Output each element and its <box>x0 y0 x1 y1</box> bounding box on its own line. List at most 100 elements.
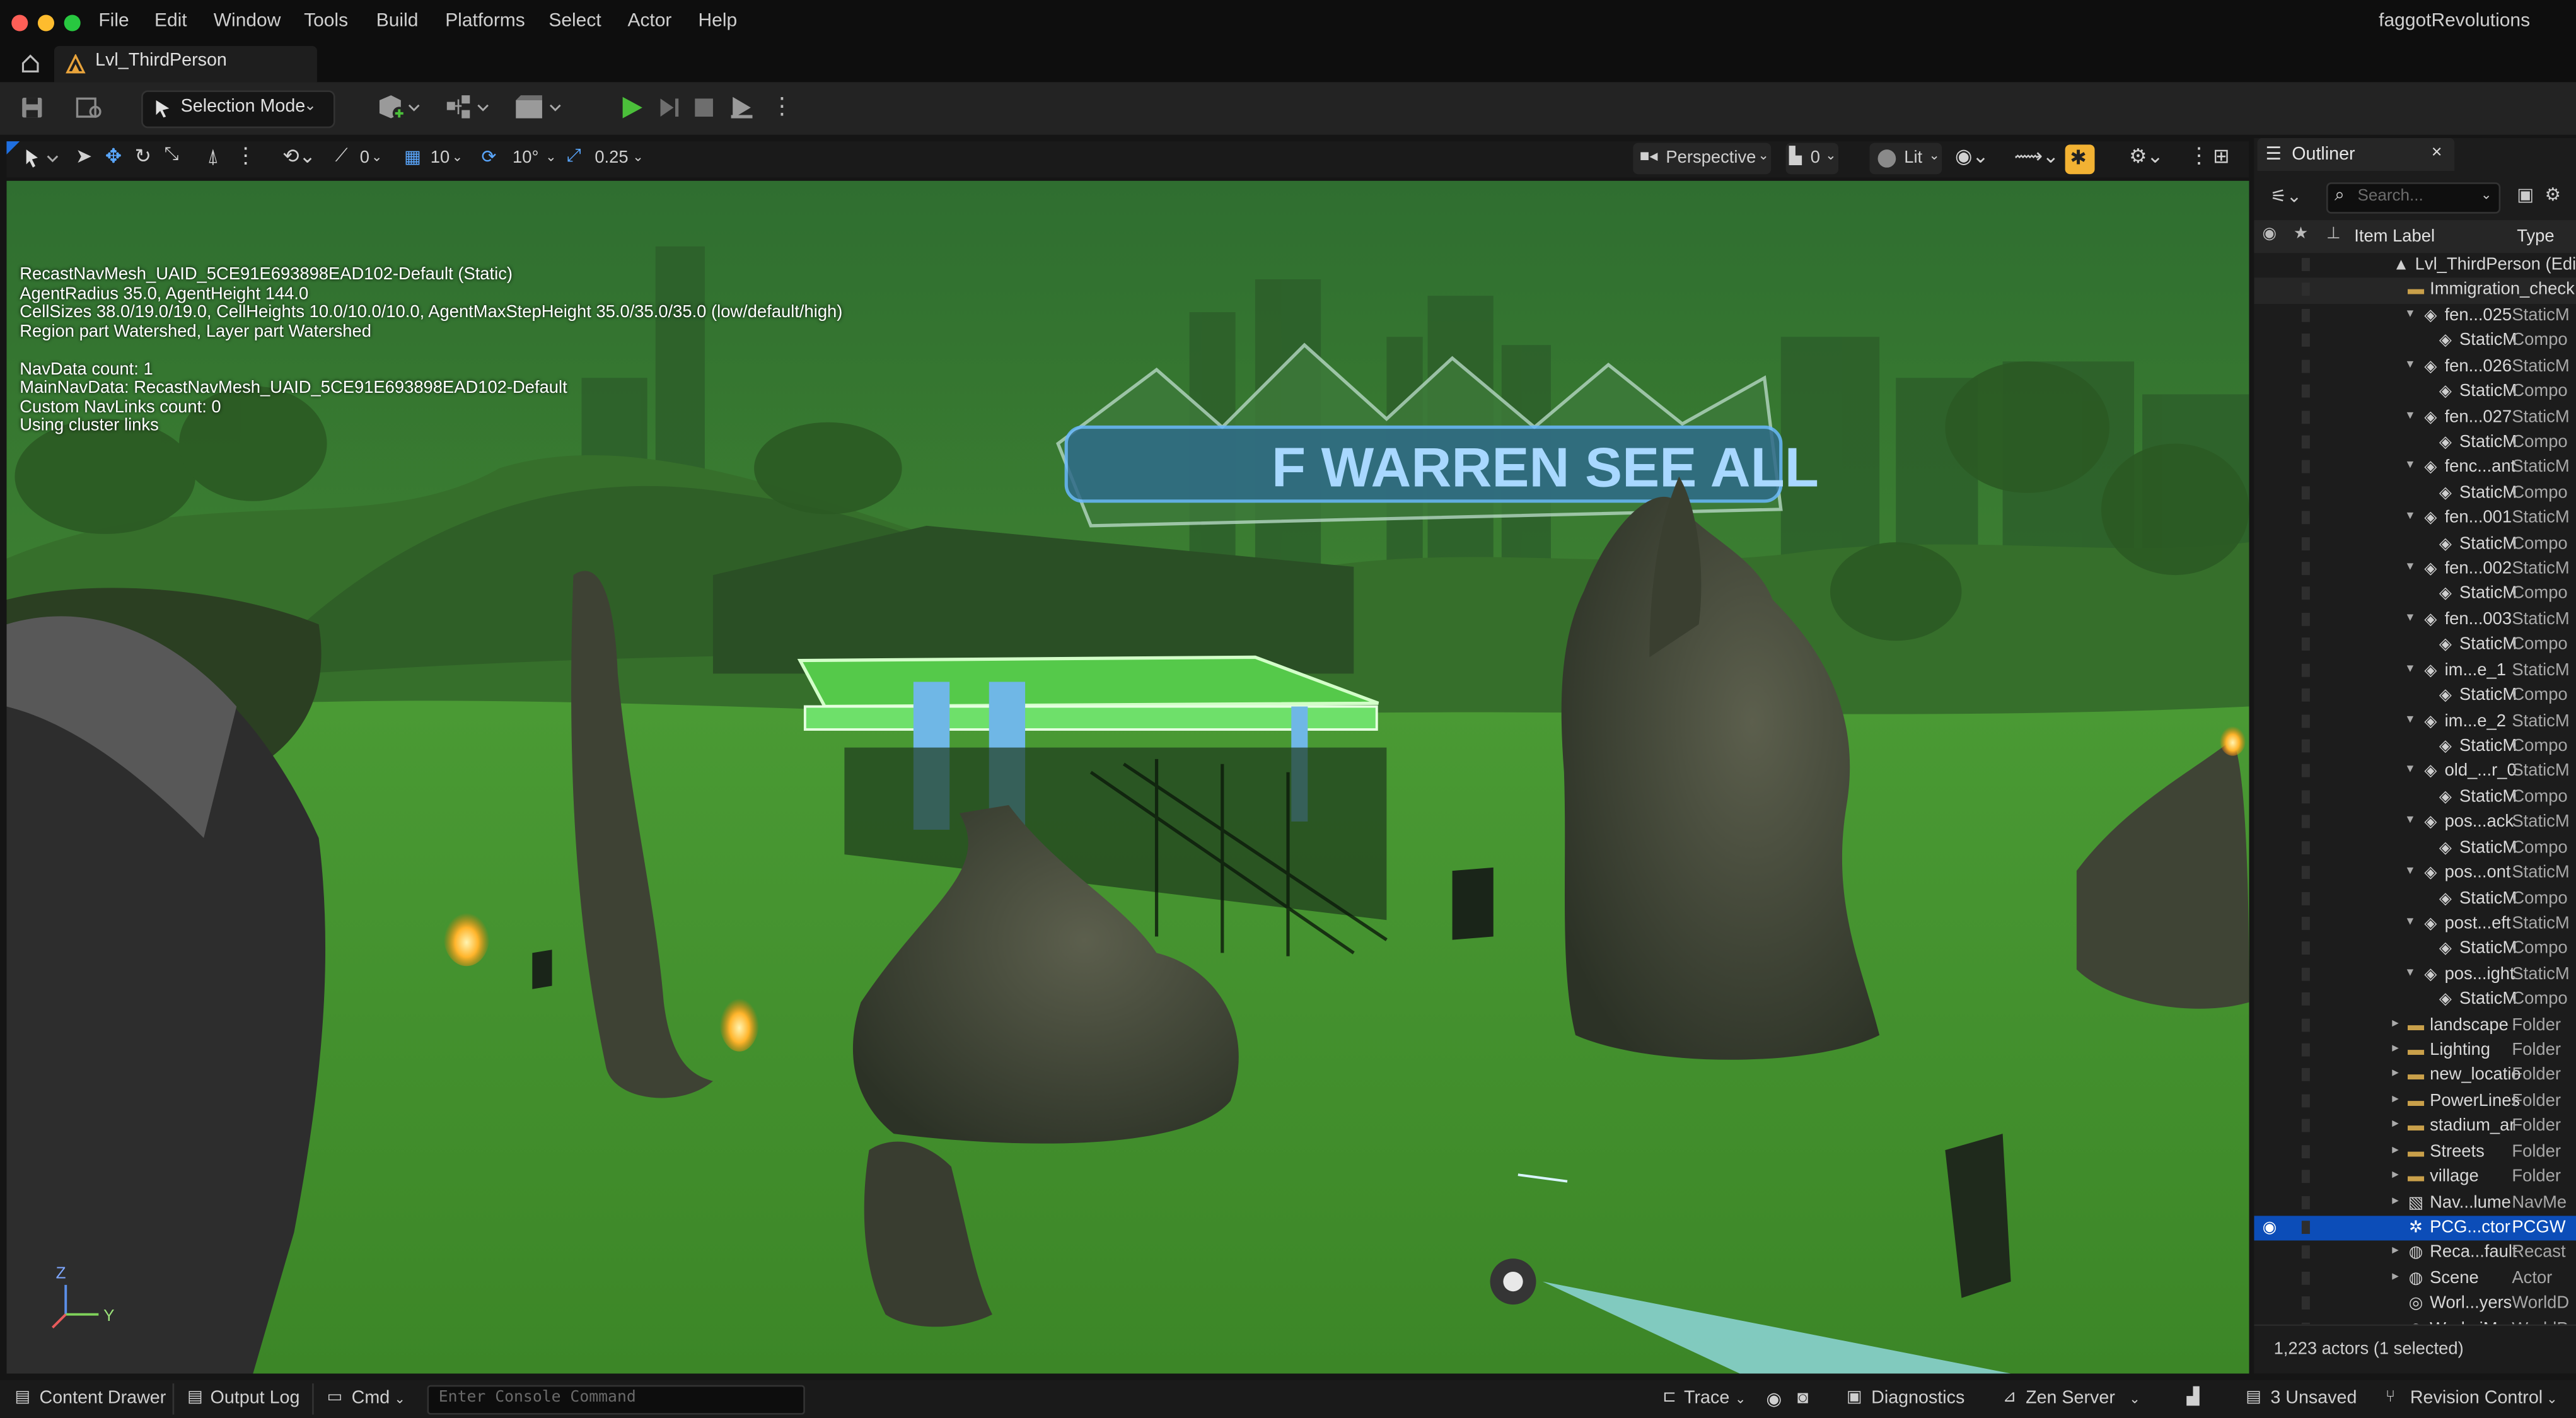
minimize-window-button[interactable] <box>37 15 54 32</box>
collapse-arrow-icon[interactable]: ▾ <box>2407 762 2413 776</box>
record-icon[interactable]: ◉ <box>1766 1388 1782 1410</box>
row-pin-marker[interactable] <box>2301 511 2310 525</box>
performance-warning-button[interactable]: ✱ <box>2065 144 2095 175</box>
outliner-row[interactable]: ▾ ◈ fen...003 StaticM <box>2254 608 2576 633</box>
outliner-row[interactable]: ▬ Immigration_check <box>2254 278 2576 304</box>
row-pin-marker[interactable] <box>2301 283 2310 297</box>
row-pin-marker[interactable] <box>2301 612 2310 626</box>
row-pin-marker[interactable] <box>2301 308 2310 322</box>
outliner-row[interactable]: ▾ ◈ pos...ont StaticM <box>2254 861 2576 886</box>
menu-tools[interactable]: Tools <box>304 11 348 31</box>
row-pin-marker[interactable] <box>2301 739 2310 753</box>
maximize-window-button[interactable] <box>64 15 81 32</box>
collapse-arrow-icon[interactable]: ▾ <box>2407 964 2413 979</box>
close-icon[interactable]: × <box>2432 143 2442 163</box>
row-pin-marker[interactable] <box>2301 942 2310 955</box>
outliner-row[interactable]: ◈ StaticM Compo <box>2254 937 2576 962</box>
row-pin-marker[interactable] <box>2301 385 2310 398</box>
level-tab[interactable]: Lvl_ThirdPerson <box>54 45 317 83</box>
row-pin-marker[interactable] <box>2301 1043 2310 1057</box>
outliner-row[interactable]: ▸ ▬ Lighting Folder <box>2254 1038 2576 1064</box>
row-pin-marker[interactable] <box>2301 562 2310 576</box>
row-pin-marker[interactable] <box>2301 537 2310 550</box>
row-pin-marker[interactable] <box>2301 916 2310 930</box>
row-pin-marker[interactable] <box>2301 1246 2310 1260</box>
row-pin-marker[interactable] <box>2301 663 2310 677</box>
eject-icon[interactable] <box>728 94 755 122</box>
collapse-arrow-icon[interactable]: ▾ <box>2407 305 2413 320</box>
outliner-row[interactable]: ◈ StaticM Compo <box>2254 735 2576 760</box>
outliner-row[interactable]: ▾ ◈ im...e_2 StaticM <box>2254 709 2576 735</box>
row-pin-marker[interactable] <box>2301 485 2310 499</box>
outliner-row[interactable]: ▾ ◈ fen...025 StaticM <box>2254 304 2576 329</box>
row-pin-marker[interactable] <box>2301 258 2310 271</box>
outliner-row[interactable]: ▸ ▬ landscape Folder <box>2254 1013 2576 1038</box>
expand-arrow-icon[interactable]: ▸ <box>2392 1040 2398 1055</box>
outliner-search-input[interactable]: ⌕ Search... ⌄ <box>2326 182 2501 214</box>
outliner-row[interactable]: ▲ Lvl_ThirdPerson (Edit <box>2254 253 2576 278</box>
more-options-icon[interactable]: ⋮ <box>235 143 257 170</box>
outliner-row[interactable]: ◎ Worl...yers WorldD <box>2254 1292 2576 1317</box>
outliner-row[interactable]: ◈ StaticM Compo <box>2254 481 2576 506</box>
collapse-arrow-icon[interactable]: ▾ <box>2407 457 2413 472</box>
outliner-row[interactable]: ▾ ◈ pos...ack StaticM <box>2254 810 2576 835</box>
outliner-row[interactable]: ◎Worl...iMapWorldP <box>2254 1317 2576 1325</box>
grid-snap-value[interactable]: 10 <box>431 148 450 168</box>
outliner-row[interactable]: ▾ ◈ fen...027 StaticM <box>2254 405 2576 430</box>
outliner-row[interactable]: ▸ ▬ village Folder <box>2254 1165 2576 1190</box>
expand-arrow-icon[interactable]: ▸ <box>2392 1066 2398 1080</box>
screenshot-icon[interactable]: ◙ <box>1797 1388 1808 1408</box>
row-pin-marker[interactable] <box>2301 1271 2310 1285</box>
row-pin-marker[interactable] <box>2301 359 2310 373</box>
collapse-arrow-icon[interactable]: ▾ <box>2407 660 2413 675</box>
snap-surface-icon[interactable]: ⍋ <box>207 144 219 169</box>
rotation-snap-value[interactable]: 10° <box>513 148 538 168</box>
stop-icon[interactable] <box>693 97 715 119</box>
outliner-row[interactable]: ▸ ▧ Nav...lume NavMe <box>2254 1190 2576 1216</box>
row-pin-marker[interactable] <box>2301 992 2310 1006</box>
collapse-arrow-icon[interactable]: ▾ <box>2407 711 2413 725</box>
viewport-options-icon[interactable] <box>23 148 66 171</box>
expand-arrow-icon[interactable]: ▸ <box>2392 1192 2398 1207</box>
world-local-icon[interactable]: ⟲⌄ <box>282 144 315 167</box>
row-pin-marker[interactable] <box>2301 815 2310 828</box>
row-pin-marker[interactable] <box>2301 435 2310 449</box>
outliner-row[interactable]: ▸ ▬ PowerLines Folder <box>2254 1089 2576 1114</box>
scale-icon[interactable]: ⤡ <box>165 144 179 166</box>
selection-mode-dropdown[interactable]: Selection Mode ⌄ <box>141 90 335 129</box>
row-pin-marker[interactable] <box>2301 1119 2310 1133</box>
grid-snap-icon[interactable]: ▦ <box>404 146 421 168</box>
outliner-row[interactable]: ▾ ◈ old_...r_0 StaticM <box>2254 760 2576 785</box>
blueprint-icon[interactable] <box>445 94 491 122</box>
row-pin-marker[interactable] <box>2301 866 2310 880</box>
rotate-icon[interactable]: ↻ <box>135 144 151 167</box>
expand-arrow-icon[interactable]: ▸ <box>2392 1014 2398 1029</box>
translate-icon[interactable]: ✥ <box>105 144 122 167</box>
row-pin-marker[interactable] <box>2301 689 2310 702</box>
row-pin-marker[interactable] <box>2301 1195 2310 1209</box>
menu-file[interactable]: File <box>98 11 129 31</box>
menu-platforms[interactable]: Platforms <box>445 11 525 31</box>
row-pin-marker[interactable] <box>2301 1170 2310 1183</box>
collapse-arrow-icon[interactable]: ▾ <box>2407 812 2413 827</box>
row-pin-marker[interactable] <box>2301 1018 2310 1032</box>
type-column-header[interactable]: Type <box>2517 227 2554 247</box>
expand-arrow-icon[interactable]: ▸ <box>2392 1116 2398 1130</box>
outliner-row[interactable]: ◉ ✲ PCG...ctor PCGW <box>2254 1216 2576 1241</box>
trace-dropdown[interactable]: Trace <box>1684 1388 1729 1408</box>
outliner-row[interactable]: ◈ StaticM Compo <box>2254 380 2576 405</box>
outliner-row[interactable]: ▾ ◈ im...e_1 StaticM <box>2254 658 2576 683</box>
more-options-icon[interactable]: ⋮ <box>2188 143 2210 170</box>
row-pin-marker[interactable] <box>2301 789 2310 803</box>
level-viewport[interactable]: F WARREN SEE ALL Z Y RecastNavMesh_UAID_… <box>6 180 2249 1374</box>
rotation-snap-icon[interactable]: ⟳ <box>482 146 497 168</box>
row-pin-marker[interactable] <box>2301 891 2310 905</box>
outliner-row[interactable]: ▸ ▬ Streets Folder <box>2254 1140 2576 1165</box>
row-pin-marker[interactable] <box>2301 334 2310 347</box>
row-pin-marker[interactable] <box>2301 1094 2310 1108</box>
surface-snap-icon[interactable]: ⟋ <box>335 146 348 168</box>
row-pin-marker[interactable] <box>2301 714 2310 728</box>
outliner-row[interactable]: ▸ ◍ Scene Actor <box>2254 1267 2576 1292</box>
menu-help[interactable]: Help <box>699 11 738 31</box>
outliner-row[interactable]: ▾ ◈ fen...026 StaticM <box>2254 354 2576 380</box>
